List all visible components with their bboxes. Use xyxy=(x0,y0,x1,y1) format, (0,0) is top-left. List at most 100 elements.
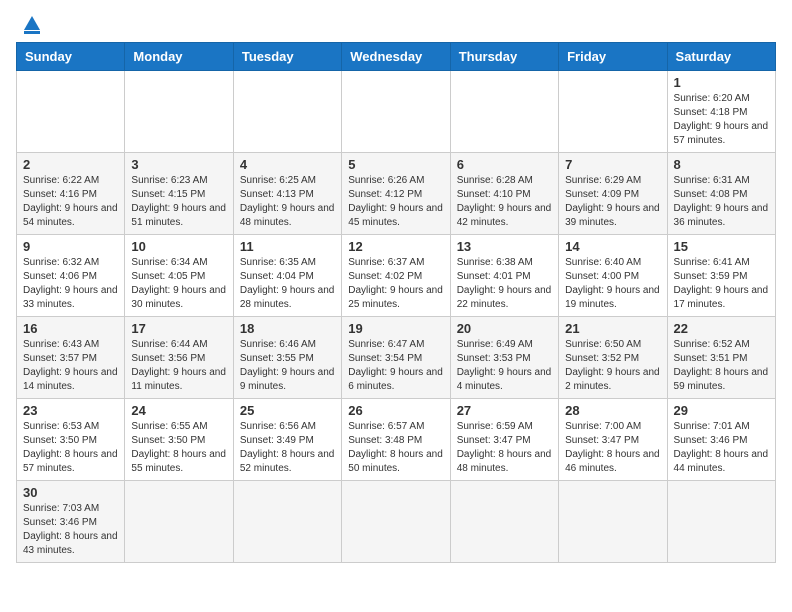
day-number: 30 xyxy=(23,485,118,500)
calendar-cell xyxy=(17,71,125,153)
day-number: 13 xyxy=(457,239,552,254)
calendar-cell: 6 Sunrise: 6:28 AM Sunset: 4:10 PM Daylig… xyxy=(450,153,558,235)
calendar-cell xyxy=(233,481,341,563)
calendar-cell: 22 Sunrise: 6:52 AM Sunset: 3:51 PM Dayli… xyxy=(667,317,775,399)
day-info: Sunrise: 6:50 AM Sunset: 3:52 PM Dayligh… xyxy=(565,338,660,394)
day-number: 28 xyxy=(565,403,660,418)
day-number: 16 xyxy=(23,321,118,336)
calendar-cell: 10 Sunrise: 6:34 AM Sunset: 4:05 PM Dayli… xyxy=(125,235,233,317)
day-info: Sunrise: 6:35 AM Sunset: 4:04 PM Dayligh… xyxy=(240,256,335,312)
calendar-cell: 9 Sunrise: 6:32 AM Sunset: 4:06 PM Daylig… xyxy=(17,235,125,317)
header-tuesday: Tuesday xyxy=(233,43,341,71)
day-info: Sunrise: 6:43 AM Sunset: 3:57 PM Dayligh… xyxy=(23,338,118,394)
day-number: 9 xyxy=(23,239,118,254)
day-number: 7 xyxy=(565,157,660,172)
header-sunday: Sunday xyxy=(17,43,125,71)
calendar-cell: 20 Sunrise: 6:49 AM Sunset: 3:53 PM Dayli… xyxy=(450,317,558,399)
day-number: 3 xyxy=(131,157,226,172)
day-info: Sunrise: 6:56 AM Sunset: 3:49 PM Dayligh… xyxy=(240,420,335,476)
calendar-cell: 16 Sunrise: 6:43 AM Sunset: 3:57 PM Dayli… xyxy=(17,317,125,399)
day-info: Sunrise: 6:46 AM Sunset: 3:55 PM Dayligh… xyxy=(240,338,335,394)
day-number: 27 xyxy=(457,403,552,418)
day-info: Sunrise: 6:31 AM Sunset: 4:08 PM Dayligh… xyxy=(674,174,769,230)
day-info: Sunrise: 6:34 AM Sunset: 4:05 PM Dayligh… xyxy=(131,256,226,312)
calendar-cell xyxy=(450,71,558,153)
calendar-cell: 28 Sunrise: 7:00 AM Sunset: 3:47 PM Dayli… xyxy=(559,399,667,481)
calendar-cell: 24 Sunrise: 6:55 AM Sunset: 3:50 PM Dayli… xyxy=(125,399,233,481)
calendar-cell: 2 Sunrise: 6:22 AM Sunset: 4:16 PM Daylig… xyxy=(17,153,125,235)
calendar-cell: 27Sunrise: 6:59 AM Sunset: 3:47 PM Dayli… xyxy=(450,399,558,481)
calendar-cell: 5Sunrise: 6:26 AM Sunset: 4:12 PM Daylig… xyxy=(342,153,450,235)
day-number: 1 xyxy=(674,75,769,90)
day-number: 20 xyxy=(457,321,552,336)
calendar-cell xyxy=(125,481,233,563)
day-number: 10 xyxy=(131,239,226,254)
day-info: Sunrise: 6:49 AM Sunset: 3:53 PM Dayligh… xyxy=(457,338,552,394)
day-number: 17 xyxy=(131,321,226,336)
calendar-cell xyxy=(342,481,450,563)
day-number: 8 xyxy=(674,157,769,172)
header-friday: Friday xyxy=(559,43,667,71)
day-info: Sunrise: 6:55 AM Sunset: 3:50 PM Dayligh… xyxy=(131,420,226,476)
day-number: 2 xyxy=(23,157,118,172)
day-number: 25 xyxy=(240,403,335,418)
day-number: 6 xyxy=(457,157,552,172)
day-number: 4 xyxy=(240,157,335,172)
calendar-header-row: SundayMondayTuesdayWednesdayThursdayFrid… xyxy=(17,43,776,71)
day-number: 29 xyxy=(674,403,769,418)
day-number: 21 xyxy=(565,321,660,336)
header-saturday: Saturday xyxy=(667,43,775,71)
day-info: Sunrise: 6:44 AM Sunset: 3:56 PM Dayligh… xyxy=(131,338,226,394)
logo-triangle-icon xyxy=(24,16,40,30)
header-monday: Monday xyxy=(125,43,233,71)
header-wednesday: Wednesday xyxy=(342,43,450,71)
calendar-cell: 12Sunrise: 6:37 AM Sunset: 4:02 PM Dayli… xyxy=(342,235,450,317)
calendar-cell: 15Sunrise: 6:41 AM Sunset: 3:59 PM Dayli… xyxy=(667,235,775,317)
day-info: Sunrise: 6:28 AM Sunset: 4:10 PM Dayligh… xyxy=(457,174,552,230)
calendar-cell xyxy=(559,71,667,153)
header-thursday: Thursday xyxy=(450,43,558,71)
calendar-cell: 26Sunrise: 6:57 AM Sunset: 3:48 PM Dayli… xyxy=(342,399,450,481)
day-number: 12 xyxy=(348,239,443,254)
calendar-cell xyxy=(125,71,233,153)
calendar-cell xyxy=(233,71,341,153)
calendar-cell: 19 Sunrise: 6:47 AM Sunset: 3:54 PM Dayli… xyxy=(342,317,450,399)
day-info: Sunrise: 6:22 AM Sunset: 4:16 PM Dayligh… xyxy=(23,174,118,230)
calendar-cell: 13 Sunrise: 6:38 AM Sunset: 4:01 PM Dayli… xyxy=(450,235,558,317)
day-info: Sunrise: 6:20 AM Sunset: 4:18 PM Dayligh… xyxy=(674,92,769,148)
calendar-week-row: 30Sunrise: 7:03 AM Sunset: 3:46 PM Dayli… xyxy=(17,481,776,563)
calendar-cell: 11 Sunrise: 6:35 AM Sunset: 4:04 PM Dayli… xyxy=(233,235,341,317)
logo xyxy=(16,16,40,34)
calendar-week-row: 23Sunrise: 6:53 AM Sunset: 3:50 PM Dayli… xyxy=(17,399,776,481)
day-info: Sunrise: 6:53 AM Sunset: 3:50 PM Dayligh… xyxy=(23,420,118,476)
calendar-cell: 18Sunrise: 6:46 AM Sunset: 3:55 PM Dayli… xyxy=(233,317,341,399)
day-number: 11 xyxy=(240,239,335,254)
day-info: Sunrise: 6:47 AM Sunset: 3:54 PM Dayligh… xyxy=(348,338,443,394)
calendar-week-row: 1 Sunrise: 6:20 AM Sunset: 4:18 PM Daylig… xyxy=(17,71,776,153)
day-info: Sunrise: 6:23 AM Sunset: 4:15 PM Dayligh… xyxy=(131,174,226,230)
day-number: 15 xyxy=(674,239,769,254)
calendar-cell: 1 Sunrise: 6:20 AM Sunset: 4:18 PM Daylig… xyxy=(667,71,775,153)
day-number: 22 xyxy=(674,321,769,336)
calendar-cell xyxy=(450,481,558,563)
calendar-cell xyxy=(342,71,450,153)
calendar-week-row: 16 Sunrise: 6:43 AM Sunset: 3:57 PM Dayli… xyxy=(17,317,776,399)
day-info: Sunrise: 6:38 AM Sunset: 4:01 PM Dayligh… xyxy=(457,256,552,312)
logo-bar-icon xyxy=(24,31,40,34)
day-info: Sunrise: 6:52 AM Sunset: 3:51 PM Dayligh… xyxy=(674,338,769,394)
calendar-cell: 29Sunrise: 7:01 AM Sunset: 3:46 PM Dayli… xyxy=(667,399,775,481)
day-number: 24 xyxy=(131,403,226,418)
calendar-cell: 25 Sunrise: 6:56 AM Sunset: 3:49 PM Dayli… xyxy=(233,399,341,481)
calendar-cell: 3 Sunrise: 6:23 AM Sunset: 4:15 PM Daylig… xyxy=(125,153,233,235)
calendar-cell: 23Sunrise: 6:53 AM Sunset: 3:50 PM Dayli… xyxy=(17,399,125,481)
day-info: Sunrise: 6:29 AM Sunset: 4:09 PM Dayligh… xyxy=(565,174,660,230)
day-info: Sunrise: 7:00 AM Sunset: 3:47 PM Dayligh… xyxy=(565,420,660,476)
day-number: 19 xyxy=(348,321,443,336)
calendar-table: SundayMondayTuesdayWednesdayThursdayFrid… xyxy=(16,42,776,563)
day-number: 14 xyxy=(565,239,660,254)
calendar-week-row: 2 Sunrise: 6:22 AM Sunset: 4:16 PM Daylig… xyxy=(17,153,776,235)
calendar-cell: 17 Sunrise: 6:44 AM Sunset: 3:56 PM Dayli… xyxy=(125,317,233,399)
day-info: Sunrise: 6:32 AM Sunset: 4:06 PM Dayligh… xyxy=(23,256,118,312)
calendar-cell: 8 Sunrise: 6:31 AM Sunset: 4:08 PM Daylig… xyxy=(667,153,775,235)
page-header xyxy=(16,16,776,34)
